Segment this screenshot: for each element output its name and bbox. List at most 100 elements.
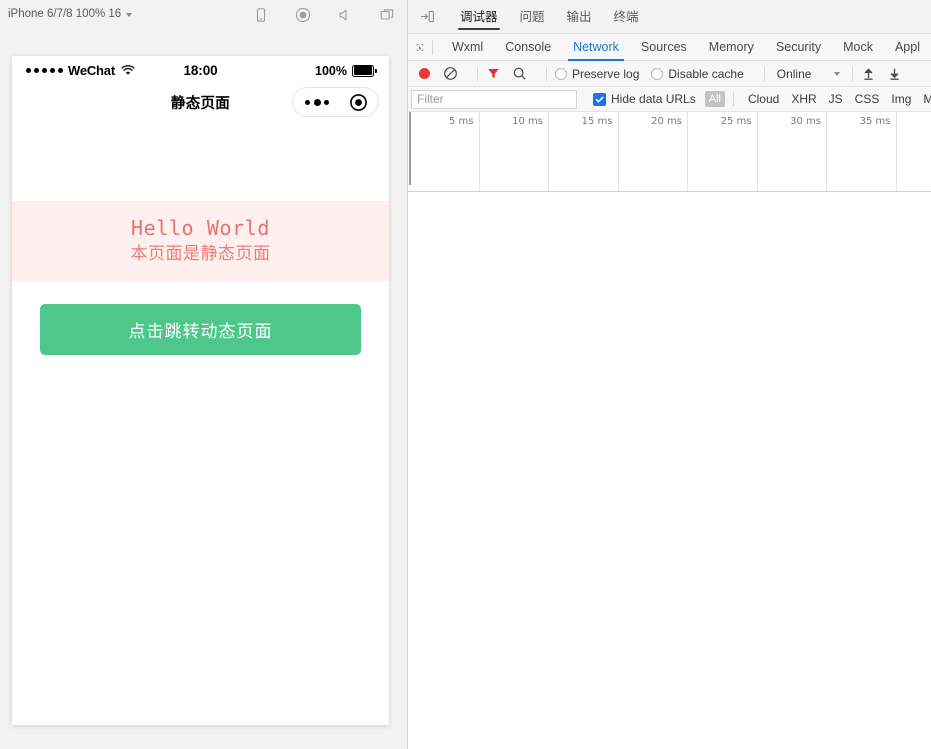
- filter-type-media[interactable]: Media: [917, 92, 931, 106]
- clear-no-entry-icon[interactable]: [443, 66, 458, 81]
- disable-cache-label: Disable cache: [668, 66, 744, 81]
- network-timeline-ruler[interactable]: 5 ms 10 ms 15 ms 20 ms 25 ms 30 ms 35 ms: [408, 112, 931, 192]
- chevron-down-icon: [126, 13, 133, 17]
- volume-icon[interactable]: [337, 7, 353, 23]
- tab-network[interactable]: Network: [562, 34, 630, 61]
- tab-sources[interactable]: Sources: [630, 34, 698, 61]
- filter-type-all[interactable]: All: [704, 90, 725, 108]
- tab-console-label: Console: [505, 39, 552, 54]
- hello-banner: Hello World 本页面是静态页面: [12, 201, 389, 283]
- tab-output[interactable]: 输出: [556, 0, 603, 34]
- chevron-down-icon: [834, 72, 841, 76]
- hide-data-urls-checkbox-box: [593, 92, 606, 106]
- throttling-select[interactable]: Online: [777, 67, 841, 81]
- phone-status-bar: WeChat 18:00 100%: [12, 56, 389, 85]
- tab-memory-label: Memory: [708, 39, 754, 54]
- tab-issues[interactable]: 问题: [509, 0, 556, 34]
- simulator-pane: iPhone 6/7/8 100% 16 WeChat 18:00 100% 静…: [0, 0, 407, 749]
- tab-memory[interactable]: Memory: [698, 34, 765, 61]
- tab-debugger[interactable]: 调试器: [449, 0, 509, 34]
- filter-type-img[interactable]: Img: [885, 92, 917, 106]
- target-circle-icon[interactable]: [349, 93, 368, 112]
- throttling-value: Online: [776, 66, 812, 81]
- download-arrow-icon[interactable]: [887, 66, 902, 81]
- tab-mock[interactable]: Mock: [832, 34, 884, 61]
- disable-cache-checkbox[interactable]: Disable cache: [651, 66, 744, 81]
- record-icon[interactable]: [295, 7, 311, 23]
- status-bar-right: 100%: [315, 64, 377, 78]
- tab-appdata-label: Appl: [894, 39, 920, 54]
- tab-sources-label: Sources: [640, 39, 687, 54]
- mini-program-page: Hello World 本页面是静态页面 点击跳转动态页面: [12, 119, 389, 725]
- simulator-toolbar-icons: [253, 0, 395, 29]
- upload-arrow-icon[interactable]: [861, 66, 876, 81]
- timeline-tick: 30 ms: [758, 112, 827, 191]
- hide-data-urls-checkbox[interactable]: Hide data URLs: [593, 92, 696, 106]
- multi-window-icon[interactable]: [379, 7, 395, 23]
- tab-debugger-label: 调试器: [460, 9, 498, 24]
- inspect-cursor-icon[interactable]: [416, 40, 424, 55]
- phone-nav-bar: 静态页面: [12, 85, 389, 119]
- toolbar-separator-2: [546, 66, 547, 81]
- tab-console[interactable]: Console: [494, 34, 562, 61]
- filter-type-xhr[interactable]: XHR: [785, 92, 822, 106]
- filter-funnel-icon[interactable]: [486, 66, 501, 81]
- timeline-tick-label: 35 ms: [859, 116, 891, 127]
- disable-cache-checkbox-box: [651, 67, 664, 80]
- filter-type-separator: [732, 92, 734, 106]
- preserve-log-label: Preserve log: [572, 66, 640, 81]
- timeline-tick-label: 30 ms: [790, 116, 821, 127]
- tab-appdata[interactable]: Appl: [884, 34, 931, 61]
- preserve-log-checkbox[interactable]: Preserve log: [555, 67, 639, 81]
- wifi-icon: [121, 65, 135, 75]
- wechat-capsule-menu[interactable]: [292, 87, 379, 117]
- device-selector-label: iPhone 6/7/8 100% 16: [8, 7, 122, 20]
- app-root: iPhone 6/7/8 100% 16 WeChat 18:00 100% 静…: [0, 0, 931, 749]
- battery-icon: [352, 64, 377, 77]
- filter-input[interactable]: [411, 89, 577, 109]
- timeline-tick: 20 ms: [619, 112, 688, 191]
- toolbar-separator-3: [763, 66, 765, 81]
- tab-wxml[interactable]: Wxml: [441, 34, 494, 61]
- tab-security[interactable]: Security: [765, 34, 832, 61]
- device-rotate-icon[interactable]: [253, 7, 269, 23]
- timeline-tick: 15 ms: [549, 112, 619, 191]
- tab-output-label: 输出: [566, 9, 592, 24]
- phone-frame: WeChat 18:00 100% 静态页面 Hello World 本页面是静…: [12, 56, 389, 725]
- network-request-list-empty: [408, 192, 931, 749]
- devtools-top-tabbar: 调试器 问题 输出 终端: [408, 0, 931, 34]
- device-selector[interactable]: iPhone 6/7/8 100% 16: [8, 7, 133, 21]
- preserve-log-checkbox-box: [555, 67, 567, 80]
- page-top-spacer: [12, 119, 389, 201]
- page-title: 静态页面: [170, 95, 231, 112]
- filter-type-js[interactable]: JS: [823, 92, 849, 106]
- tab-security-label: Security: [775, 39, 822, 54]
- timeline-tick-label: 10 ms: [512, 116, 543, 127]
- timeline-tick-label: 5 ms: [449, 116, 474, 127]
- record-red-dot-icon[interactable]: [419, 68, 430, 79]
- tab-terminal[interactable]: 终端: [603, 0, 650, 34]
- more-dots-icon[interactable]: [303, 98, 329, 106]
- status-bar-left: WeChat: [26, 63, 135, 78]
- signal-dots-icon: [26, 68, 63, 73]
- filter-type-css[interactable]: CSS: [849, 92, 886, 106]
- tab-terminal-label: 终端: [613, 9, 639, 24]
- search-magnifier-icon[interactable]: [512, 66, 527, 81]
- toolbar-separator-4: [852, 66, 854, 81]
- toolbar-separator-1: [477, 66, 478, 81]
- jump-to-dynamic-page-button[interactable]: 点击跳转动态页面: [40, 304, 361, 356]
- timeline-tick-label: 25 ms: [720, 116, 752, 127]
- tab-wxml-label: Wxml: [451, 39, 484, 54]
- devtools-sub-tabbar: Wxml Console Network Sources Memory Secu…: [408, 34, 931, 61]
- timeline-tick: 35 ms: [827, 112, 897, 191]
- simulator-toolbar: iPhone 6/7/8 100% 16: [0, 0, 407, 29]
- filter-type-cloud[interactable]: Cloud: [742, 92, 785, 106]
- network-filter-bar: Hide data URLs All Cloud XHR JS CSS Img …: [408, 87, 931, 112]
- static-page-subtitle: 本页面是静态页面: [130, 244, 271, 263]
- tab-issues-label: 问题: [519, 9, 545, 24]
- tab-network-label: Network: [573, 39, 619, 54]
- panel-expand-icon[interactable]: [420, 9, 435, 24]
- jump-button-container: 点击跳转动态页面: [12, 282, 389, 356]
- network-toolbar: Preserve log Disable cache Online: [408, 61, 931, 87]
- timeline-tick: 10 ms: [480, 112, 549, 191]
